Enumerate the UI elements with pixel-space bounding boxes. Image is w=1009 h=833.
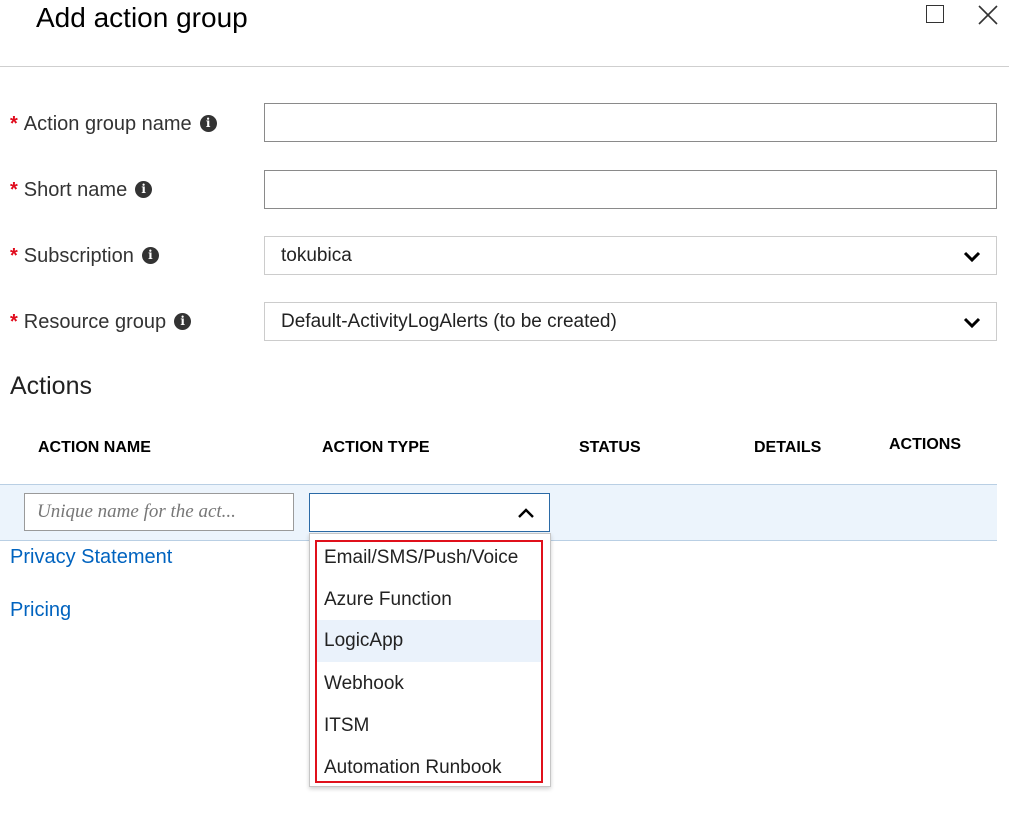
action-group-name-label: * Action group name i	[10, 112, 217, 136]
column-header-status: STATUS	[579, 439, 641, 456]
subscription-value: tokubica	[281, 245, 352, 266]
action-name-input[interactable]	[24, 493, 294, 531]
info-icon[interactable]: i	[135, 181, 153, 199]
resource-group-value: Default-ActivityLogAlerts (to be created…	[281, 311, 617, 332]
option-webhook[interactable]: Webhook	[316, 663, 542, 705]
info-icon[interactable]: i	[174, 313, 192, 331]
chevron-down-icon	[963, 317, 981, 329]
required-marker: *	[10, 245, 18, 267]
maximize-button[interactable]	[925, 4, 947, 26]
column-header-action-type: ACTION TYPE	[322, 439, 430, 456]
close-button[interactable]	[977, 4, 999, 26]
resource-group-select[interactable]: Default-ActivityLogAlerts (to be created…	[264, 302, 997, 341]
header-divider	[0, 66, 1009, 67]
required-marker: *	[10, 179, 18, 201]
pricing-link[interactable]: Pricing	[10, 599, 71, 622]
short-name-label: * Short name i	[10, 178, 153, 202]
option-automation-runbook[interactable]: Automation Runbook	[316, 747, 542, 789]
column-header-action-name: ACTION NAME	[38, 439, 151, 456]
option-azure-function[interactable]: Azure Function	[316, 579, 542, 621]
option-logicapp[interactable]: LogicApp	[316, 620, 542, 662]
subscription-select[interactable]: tokubica	[264, 236, 997, 275]
subscription-label: * Subscription i	[10, 244, 159, 268]
privacy-statement-link[interactable]: Privacy Statement	[10, 546, 172, 569]
close-icon	[978, 5, 998, 25]
required-marker: *	[10, 311, 18, 333]
option-itsm[interactable]: ITSM	[316, 705, 542, 747]
actions-section-title: Actions	[10, 372, 92, 400]
action-group-name-input[interactable]	[264, 103, 997, 142]
required-marker: *	[10, 113, 18, 135]
column-header-actions: ACTIONS	[889, 436, 961, 453]
maximize-icon	[926, 5, 944, 23]
chevron-up-icon	[518, 508, 534, 518]
column-header-details: DETAILS	[754, 439, 822, 456]
short-name-input[interactable]	[264, 170, 997, 209]
option-email-sms-push-voice[interactable]: Email/SMS/Push/Voice	[316, 537, 542, 579]
action-type-select[interactable]	[309, 493, 550, 532]
info-icon[interactable]: i	[199, 115, 217, 133]
info-icon[interactable]: i	[141, 247, 159, 265]
page-title: Add action group	[36, 2, 248, 33]
resource-group-label: * Resource group i	[10, 310, 192, 334]
chevron-down-icon	[963, 251, 981, 263]
